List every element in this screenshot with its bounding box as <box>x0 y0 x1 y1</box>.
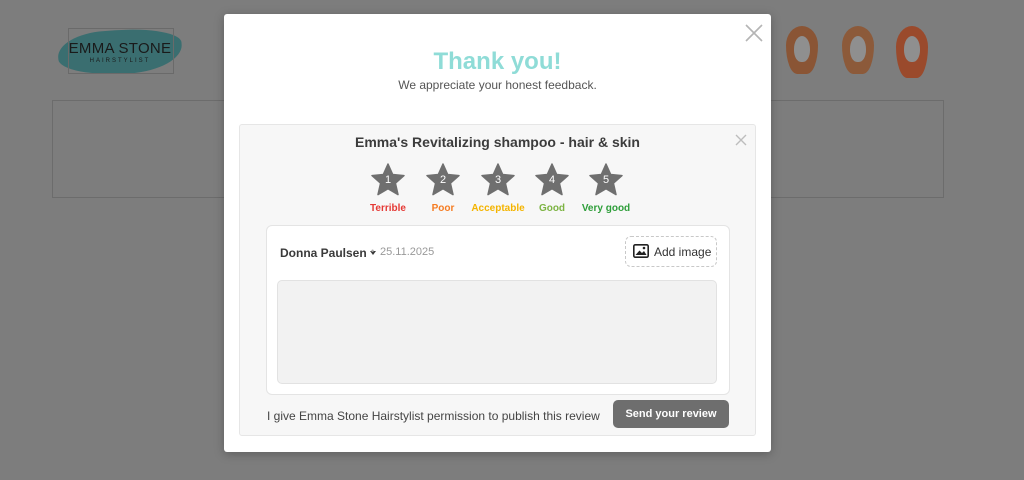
rating-star-2[interactable]: 2 <box>426 163 460 197</box>
author-dropdown[interactable]: Donna Paulsen <box>280 246 376 260</box>
review-form: Donna Paulsen • 25.11.2025 Add image <box>266 225 730 395</box>
review-date: 25.11.2025 <box>380 246 435 258</box>
add-image-button[interactable]: Add image <box>625 236 717 267</box>
close-icon[interactable] <box>744 23 764 43</box>
rating-star-number: 5 <box>602 174 610 186</box>
rating-star-number: 4 <box>548 174 556 186</box>
rating-star-4[interactable]: 4 <box>535 163 569 197</box>
consent-text: I give Emma Stone Hairstylist permission… <box>267 409 600 423</box>
author-name: Donna Paulsen <box>280 246 367 260</box>
rating-star-number: 2 <box>439 174 447 186</box>
wig-icon <box>838 26 878 78</box>
logo-subtitle: HAIRSTYLIST <box>89 58 151 64</box>
rating-star-number: 1 <box>384 174 392 186</box>
wig-icon <box>782 26 822 78</box>
rating-star-5[interactable]: 5 <box>589 163 623 197</box>
image-icon <box>633 244 649 258</box>
rating-star-1[interactable]: 1 <box>371 163 405 197</box>
feedback-modal: Thank you! We appreciate your honest fee… <box>224 14 771 452</box>
rating-star-number: 3 <box>494 174 502 186</box>
separator-dot: • <box>371 246 375 256</box>
logo-name: EMMA STONE <box>68 40 172 57</box>
review-card: Emma's Revitalizing shampoo - hair & ski… <box>239 124 756 436</box>
thank-you-title: Thank you! <box>433 48 562 75</box>
product-name: Emma's Revitalizing shampoo - hair & ski… <box>355 134 640 150</box>
rating-star-3[interactable]: 3 <box>481 163 515 197</box>
site-logo[interactable]: EMMA STONE HAIRSTYLIST <box>56 25 184 79</box>
review-text-input[interactable] <box>277 280 717 384</box>
wig-icon <box>892 26 932 78</box>
send-review-button[interactable]: Send your review <box>613 400 729 428</box>
thank-you-subtitle: We appreciate your honest feedback. <box>398 78 597 92</box>
rating-label-5: Very good <box>581 203 631 214</box>
add-image-label: Add image <box>654 245 712 259</box>
